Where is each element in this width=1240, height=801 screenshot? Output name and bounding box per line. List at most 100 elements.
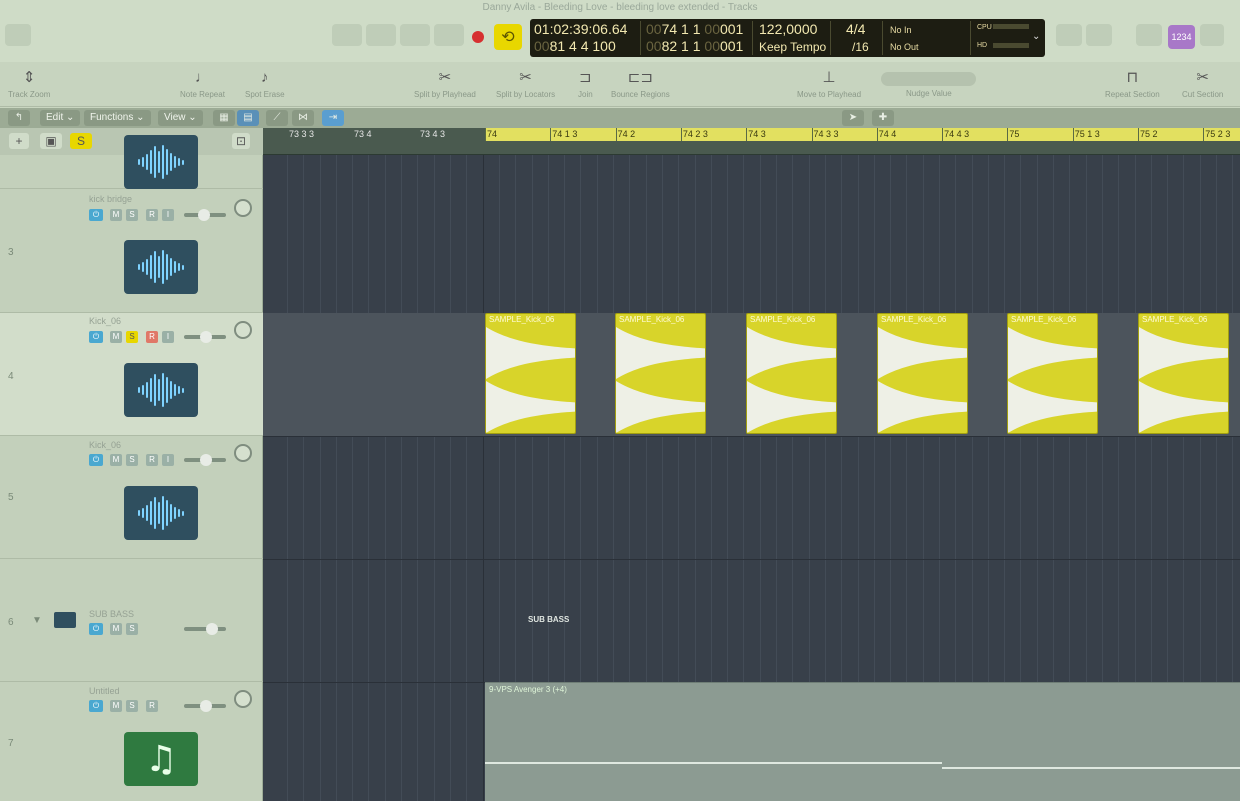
view-menu[interactable]: View ⌄ [158, 110, 203, 126]
audio-region[interactable]: SAMPLE_Kick_06 [1138, 313, 1229, 434]
nudge-value-field[interactable] [881, 72, 976, 86]
metronome-button[interactable] [1200, 24, 1224, 46]
split-playhead-button[interactable]: ✂ Split by Playhead [414, 68, 476, 99]
edit-menu[interactable]: Edit ⌄ [40, 110, 81, 126]
rewind-button[interactable] [332, 24, 362, 46]
audio-region[interactable]: SAMPLE_Kick_06 [746, 313, 837, 434]
track-header-6[interactable]: 6 ▼ SUB BASS ⏻ M S [0, 559, 263, 682]
pencil-tool-icon[interactable]: ✚ [872, 110, 894, 126]
track-header-5[interactable]: 5 Kick_06 ⏻ M S R I [0, 436, 263, 559]
audio-region[interactable]: SAMPLE_Kick_06 [615, 313, 706, 434]
cycle-range[interactable] [485, 128, 1240, 141]
mute-button[interactable]: M [110, 700, 122, 712]
solo-button[interactable]: S [126, 209, 138, 221]
list-editors-button[interactable] [1056, 24, 1082, 46]
pan-knob[interactable] [234, 690, 252, 708]
loop-browser-button[interactable] [1136, 24, 1162, 46]
tracks-area[interactable]: SAMPLE_Kick_06 SAMPLE_Kick_06 SAMPLE_Kick_… [263, 155, 1240, 801]
chevron-down-icon[interactable]: ⌄ [1032, 31, 1040, 42]
mute-button[interactable]: M [110, 454, 122, 466]
pan-knob[interactable] [234, 199, 252, 217]
grid-line [417, 155, 418, 801]
volume-fader[interactable] [184, 209, 226, 221]
waveform-bar [162, 145, 164, 179]
solo-button[interactable]: S [126, 331, 138, 343]
play-button[interactable] [434, 24, 464, 46]
back-arrow-icon[interactable]: ↰ [8, 110, 30, 126]
hd-meter [993, 43, 1029, 48]
functions-menu[interactable]: Functions ⌄ [84, 110, 151, 126]
track-name[interactable]: kick bridge [89, 194, 132, 204]
pan-knob[interactable] [234, 321, 252, 339]
waveform-bar [142, 157, 144, 167]
record-enable-button[interactable]: R [146, 209, 158, 221]
notepad-button[interactable] [1086, 24, 1112, 46]
track-header-7[interactable]: 7 Untitled ⏻ M S R ♫ [0, 682, 263, 801]
power-button[interactable]: ⏻ [89, 209, 103, 221]
solo-button[interactable]: S [126, 623, 138, 635]
waveform-shape [747, 327, 836, 379]
record-button[interactable] [472, 31, 484, 43]
join-button[interactable]: ⊐ Join [578, 68, 593, 99]
audio-region[interactable]: SAMPLE_Kick_06 [877, 313, 968, 434]
mute-button[interactable]: M [110, 209, 122, 221]
volume-fader[interactable] [184, 700, 226, 712]
record-enable-button[interactable]: R [146, 700, 158, 712]
track-name[interactable]: Kick_06 [89, 440, 121, 450]
midi-region[interactable]: 9-VPS Avenger 3 (+4) [485, 682, 1240, 801]
duplicate-track-icon[interactable]: ▣ [40, 133, 62, 149]
audio-region[interactable]: SAMPLE_Kick_06 [485, 313, 576, 434]
power-button[interactable]: ⏻ [89, 700, 103, 712]
spot-erase-button[interactable]: ♪ Spot Erase [245, 68, 285, 99]
power-button[interactable]: ⏻ [89, 623, 103, 635]
solo-button[interactable]: S [126, 700, 138, 712]
global-solo-button[interactable]: S [70, 133, 92, 149]
track-name[interactable]: Kick_06 [89, 316, 121, 326]
ruler-lower-strip [263, 141, 1240, 155]
bounce-regions-button[interactable]: ⊏⊐ Bounce Regions [611, 68, 670, 99]
track-header-partial[interactable] [0, 135, 263, 189]
collapse-icon[interactable]: ⊡ [232, 133, 250, 149]
cycle-button[interactable]: ⟲ [494, 24, 522, 50]
library-button[interactable] [5, 24, 31, 46]
track-header-4[interactable]: 4 Kick_06 ⏻ M S R I [0, 313, 263, 436]
mute-button[interactable]: M [110, 331, 122, 343]
solo-button[interactable]: S [126, 454, 138, 466]
mute-button[interactable]: M [110, 623, 122, 635]
pointer-tool-icon[interactable]: ➤ [842, 110, 864, 126]
power-button[interactable]: ⏻ [89, 454, 103, 466]
note-repeat-button[interactable]: ♩ Note Repeat [180, 68, 225, 99]
volume-fader[interactable] [184, 454, 226, 466]
input-monitor-button[interactable]: I [162, 454, 174, 466]
pan-knob[interactable] [234, 444, 252, 462]
power-button[interactable]: ⏻ [89, 331, 103, 343]
automation-icon[interactable]: ⟋ [266, 110, 288, 126]
list-view-icon[interactable]: ▤ [237, 110, 259, 126]
cut-section-button[interactable]: ✂ Cut Section [1182, 68, 1223, 99]
sub-bass-region-label[interactable]: SUB BASS [528, 615, 569, 624]
lcd-display[interactable]: 01:02:39:06.64 0081 4 4 100 0074 1 1 000… [530, 19, 1045, 57]
track-zoom-button[interactable]: ⇕ Track Zoom [8, 68, 50, 99]
input-monitor-button[interactable]: I [162, 331, 174, 343]
flex-icon[interactable]: ⋈ [292, 110, 314, 126]
waveform-bar [170, 381, 172, 399]
audio-region[interactable]: SAMPLE_Kick_06 [1007, 313, 1098, 434]
forward-button[interactable] [366, 24, 396, 46]
add-track-button[interactable]: + [9, 133, 29, 149]
record-enable-button[interactable]: R [146, 454, 158, 466]
input-monitor-button[interactable]: I [162, 209, 174, 221]
track-name[interactable]: SUB BASS [89, 609, 134, 619]
record-enable-button[interactable]: R [146, 331, 158, 343]
count-in-badge[interactable]: 1234 [1168, 25, 1195, 49]
catch-icon[interactable]: ⇥ [322, 110, 344, 126]
move-to-playhead-button[interactable]: ⊥ Move to Playhead [797, 68, 861, 99]
track-name[interactable]: Untitled [89, 686, 120, 696]
grid-view-icon[interactable]: ▦ [213, 110, 235, 126]
volume-fader[interactable] [184, 331, 226, 343]
stop-button[interactable] [400, 24, 430, 46]
disclosure-triangle-icon[interactable]: ▼ [32, 615, 42, 626]
volume-fader[interactable] [184, 623, 226, 635]
split-locators-button[interactable]: ✂ Split by Locators [496, 68, 555, 99]
track-header-3[interactable]: 3 kick bridge ⏻ M S R I [0, 189, 263, 313]
repeat-section-button[interactable]: ⊓ Repeat Section [1105, 68, 1160, 99]
